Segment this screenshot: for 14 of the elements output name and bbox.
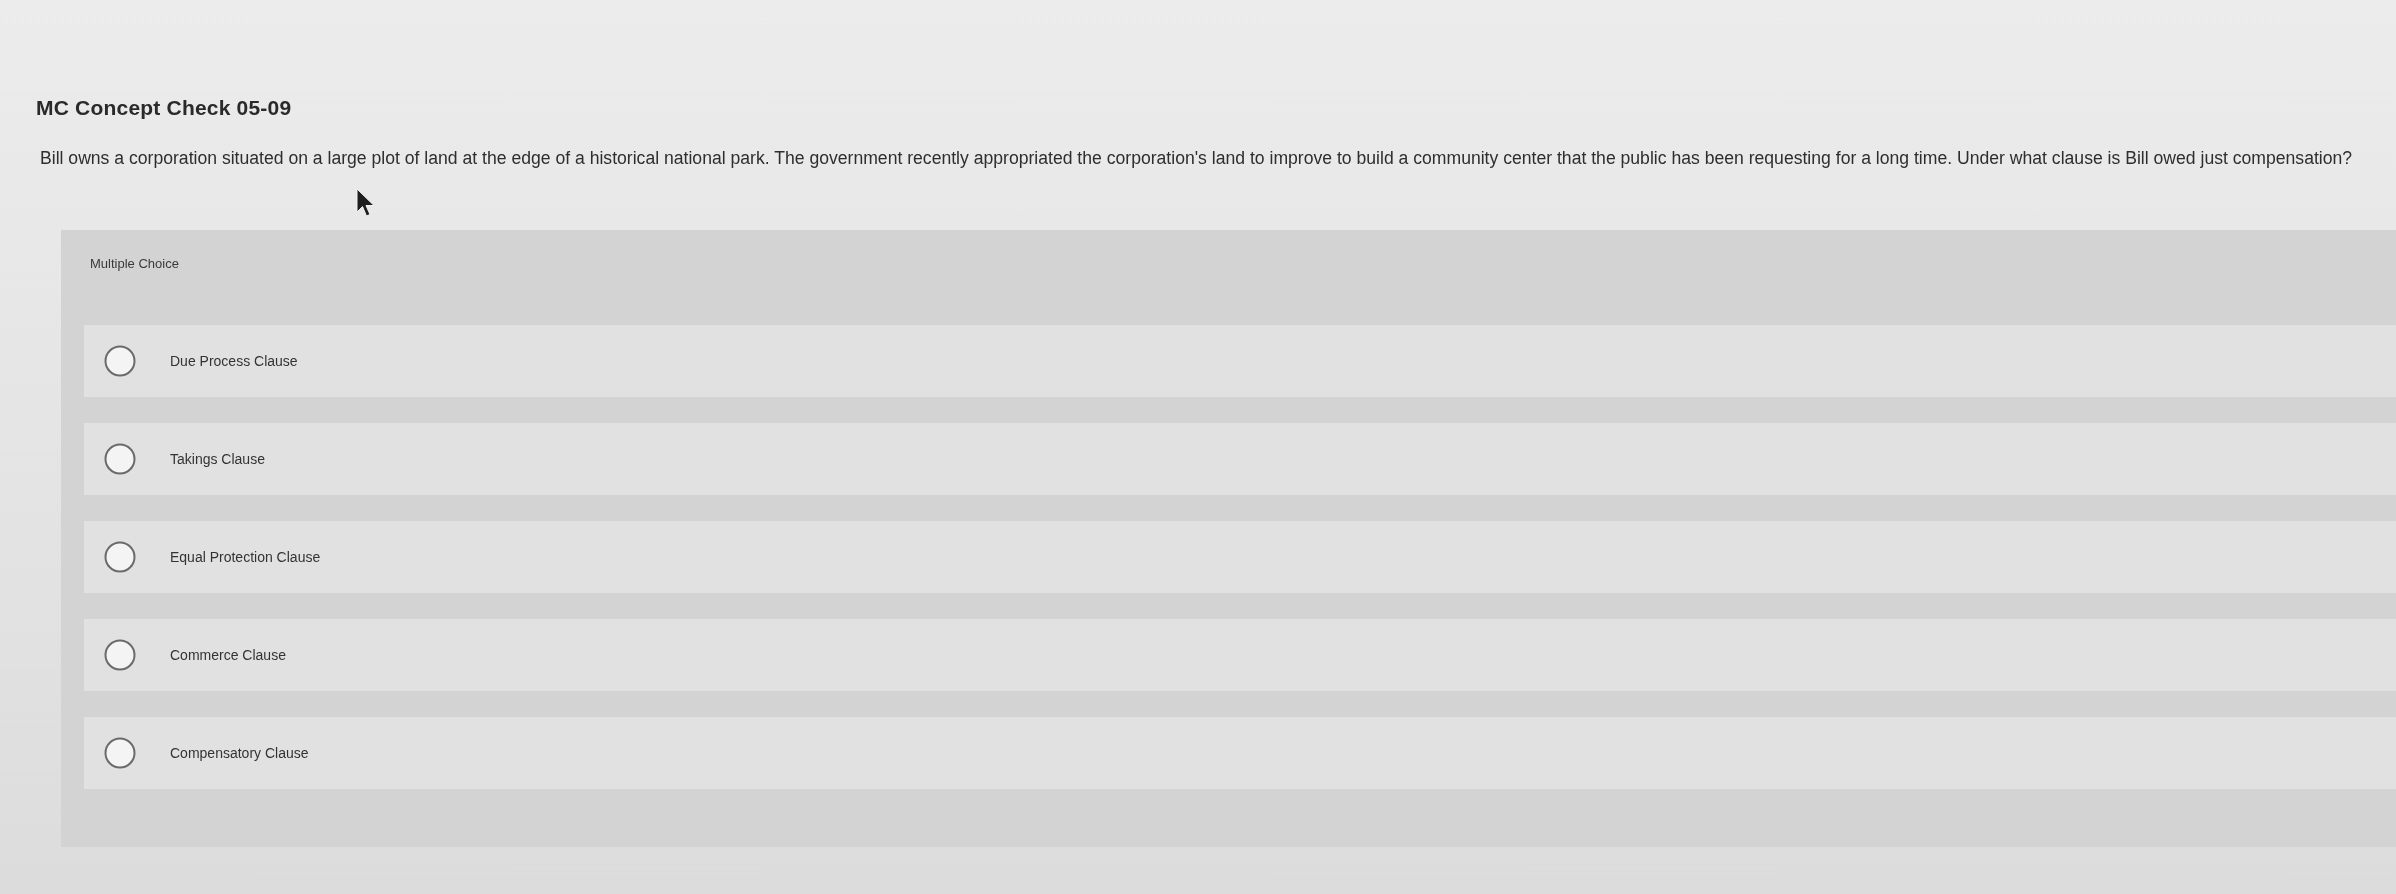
mouse-pointer-icon (356, 188, 376, 218)
answer-option[interactable]: Takings Clause (84, 423, 2396, 495)
radio-button[interactable] (104, 443, 136, 475)
radio-button[interactable] (104, 737, 136, 769)
answer-option[interactable]: Compensatory Clause (84, 717, 2396, 789)
answer-option[interactable]: Due Process Clause (84, 325, 2396, 397)
answer-option[interactable]: Equal Protection Clause (84, 521, 2396, 593)
radio-button[interactable] (104, 345, 136, 377)
radio-button[interactable] (104, 541, 136, 573)
radio-button[interactable] (104, 639, 136, 671)
question-text: Bill owns a corporation situated on a large plot of land at the edge of a historical national park. The government recently appropriated the corporation's land to improve to build a community center that the public has been requesting for a long time. Under what clause is Bill owed just compensation? (40, 147, 2353, 169)
question-type-label: Multiple Choice (90, 255, 179, 273)
answer-option[interactable]: Commerce Clause (84, 619, 2396, 691)
quiz-title: MC Concept Check 05-09 (36, 95, 292, 121)
